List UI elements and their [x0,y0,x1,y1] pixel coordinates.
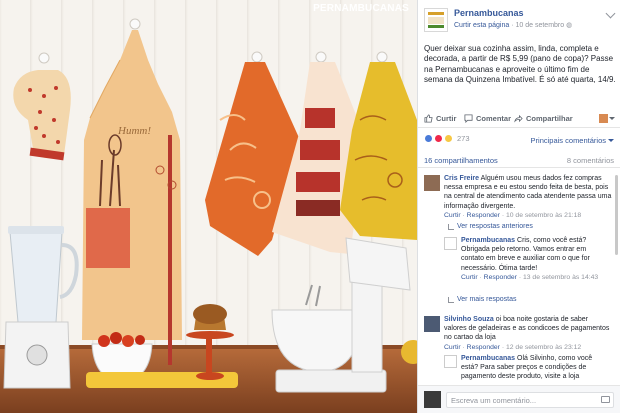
comment-date[interactable]: 12 de setembro às 23:12 [506,344,581,351]
page-avatar-small[interactable] [444,355,457,368]
scrollbar[interactable] [615,175,618,255]
oven-mitt [13,70,71,161]
apron-text: Humm! [117,125,151,137]
avatar[interactable] [424,175,440,191]
avatar[interactable] [424,316,440,332]
comment-icon [464,114,473,123]
viewer-avatar[interactable] [599,114,608,123]
chevron-down-icon[interactable] [605,8,616,19]
post-meta: Curtir esta página · 10 de setembro ◍ [454,22,573,29]
shares-link[interactable]: 16 compartilhamentos [424,156,498,165]
muffin-stand [186,304,234,380]
kitchen-scene: Humm! [3,18,417,393]
comment-sort-dropdown[interactable]: Principais comentários [531,136,614,145]
comment-composer: Escreva um comentário... [418,385,620,413]
globe-icon: ◍ [566,22,573,29]
reaction-count: 273 [457,134,470,143]
thumbs-up-icon [424,114,433,123]
page-name[interactable]: Pernambucanas [454,8,524,18]
caret-down-icon[interactable] [609,117,615,120]
love-reaction-icon [434,134,443,143]
reaction-summary[interactable]: 273 [424,134,470,143]
comment-author[interactable]: Cris Freire [444,175,479,182]
comment-footer: Curtir · Responder · 12 de setembro às 2… [444,343,582,351]
reply-arrow-icon [448,296,454,303]
stand-mixer [271,237,411,393]
comment-reply-link[interactable]: Responder [467,212,500,219]
comment-like-link[interactable]: Curtir [444,344,461,351]
more-replies-link[interactable]: Ver mais respostas [448,296,517,303]
blender [3,226,79,389]
divider [418,167,620,168]
post-date[interactable]: 10 de setembro [516,22,565,29]
like-reaction-icon [424,134,433,143]
comment-like-link[interactable]: Curtir [444,212,461,219]
comment-reply-link[interactable]: Responder [467,344,500,351]
camera-icon[interactable] [601,396,610,403]
comment-footer: Curtir · Responder · 10 de setembro às 2… [444,211,582,219]
viewer-avatar[interactable] [424,391,441,408]
yellow-bowl [401,340,417,364]
apron [82,30,182,365]
comment-button[interactable]: Comentar [464,114,511,123]
comment-date[interactable]: 10 de setembro às 21:18 [506,212,581,219]
page-avatar-small[interactable] [444,237,457,250]
reply-arrow-icon [448,223,454,230]
brand-watermark: PERNAMBUCANAS [313,3,409,14]
reply-author[interactable]: Pernambucanas [461,355,515,362]
page-avatar[interactable] [424,8,448,32]
share-button[interactable]: Compartilhar [514,114,573,123]
post-panel: Pernambucanas Curtir esta página · 10 de… [417,0,620,413]
reply-author[interactable]: Pernambucanas [461,237,515,244]
reply-reply-link[interactable]: Responder [484,274,517,281]
comment-input[interactable]: Escreva um comentário... [446,392,614,408]
comment-author[interactable]: Silvinho Souza [444,316,494,323]
reply-footer: Curtir · Responder · 13 de setembro às 1… [461,273,599,281]
prev-replies-link[interactable]: Ver respostas anteriores [448,223,533,230]
caret-down-icon [608,139,614,142]
post-photo[interactable]: Humm! PERNAMBUCANAS [0,0,417,413]
comment-list[interactable]: Cris Freire Alguém usou meus dados fez c… [418,170,620,382]
post-text: Quer deixar sua cozinha assim, linda, co… [424,44,616,84]
reply-like-link[interactable]: Curtir [461,274,478,281]
post-actions: Curtir Comentar Compartilhar [418,110,620,128]
like-button[interactable]: Curtir [424,114,456,123]
share-icon [514,114,523,123]
yellow-towel [340,62,417,240]
wow-reaction-icon [444,134,453,143]
reply-date[interactable]: 13 de setembro às 14:43 [523,274,598,281]
comment-count[interactable]: 8 comentários [567,156,614,165]
like-page-link[interactable]: Curtir esta página [454,22,509,29]
